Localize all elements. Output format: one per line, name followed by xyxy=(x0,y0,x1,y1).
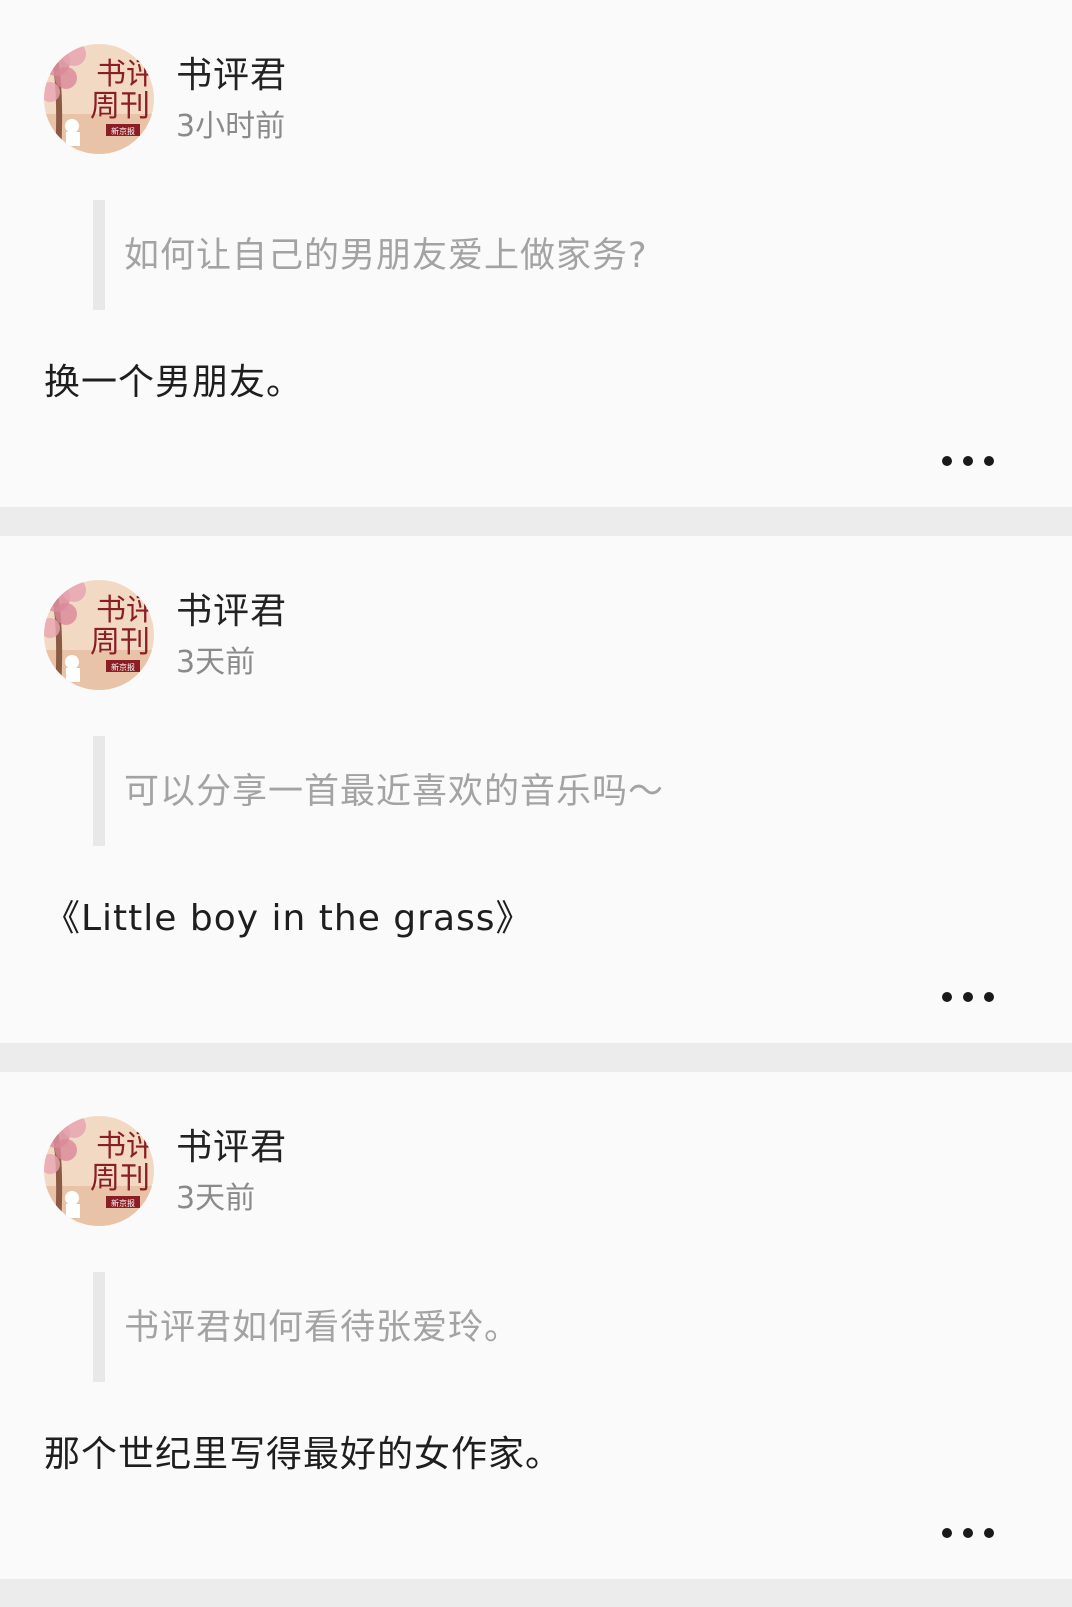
answer-text[interactable]: 换一个男朋友。 xyxy=(44,360,303,406)
answer-text[interactable]: 《Little boy in the grass》 xyxy=(44,896,533,942)
more-options-button[interactable] xyxy=(942,982,994,1012)
post-card[interactable]: 书评 周刊 新京报 书评君 3天前 书评君如何看待张爱玲。 那个世纪里写得最好的… xyxy=(0,1072,1072,1579)
answer-text[interactable]: 那个世纪里写得最好的女作家。 xyxy=(44,1432,562,1478)
author-name[interactable]: 书评君 xyxy=(176,590,287,634)
avatar-title-line-2: 周刊 xyxy=(90,1161,150,1196)
post-timestamp: 3天前 xyxy=(176,1181,256,1216)
answer-feed: 书评 周刊 新京报 书评君 3小时前 如何让自己的男朋友爱上做家务? 换一个男朋… xyxy=(0,0,1072,1607)
avatar-badge-text: 新京报 xyxy=(111,662,135,672)
post-timestamp: 3小时前 xyxy=(176,109,286,144)
quote-bar xyxy=(93,1272,105,1382)
avatar-badge-text: 新京报 xyxy=(111,1198,135,1208)
more-dots-icon xyxy=(942,456,952,466)
avatar-title-line-2: 周刊 xyxy=(90,89,150,124)
avatar-badge-text: 新京报 xyxy=(111,126,135,136)
avatar-reader-figure xyxy=(66,132,80,146)
avatar-title-line-2: 周刊 xyxy=(90,625,150,660)
avatar-image: 书评 周刊 新京报 xyxy=(44,44,154,154)
more-dots-icon xyxy=(984,1528,994,1538)
avatar[interactable]: 书评 周刊 新京报 xyxy=(44,1116,154,1226)
avatar-reader-figure xyxy=(65,119,79,133)
avatar-reader-figure xyxy=(66,1204,80,1218)
avatar-title-line-1: 书评 xyxy=(96,57,154,92)
avatar-blossom xyxy=(55,67,77,89)
more-dots-icon xyxy=(963,456,973,466)
quote-bar xyxy=(93,200,105,310)
more-options-button[interactable] xyxy=(942,446,994,476)
avatar-blossom xyxy=(55,603,77,625)
avatar-image: 书评 周刊 新京报 xyxy=(44,580,154,690)
author-name[interactable]: 书评君 xyxy=(176,54,287,98)
post-timestamp: 3天前 xyxy=(176,645,256,680)
avatar-title-line-1: 书评 xyxy=(96,593,154,628)
avatar-reader-figure xyxy=(66,668,80,682)
author-name[interactable]: 书评君 xyxy=(176,1126,287,1170)
post-card[interactable]: 书评 周刊 新京报 书评君 3小时前 如何让自己的男朋友爱上做家务? 换一个男朋… xyxy=(0,0,1072,507)
avatar-title-line-1: 书评 xyxy=(96,1129,154,1164)
more-options-button[interactable] xyxy=(942,1518,994,1548)
post-card[interactable]: 书评 周刊 新京报 书评君 3天前 可以分享一首最近喜欢的音乐吗～ 《Littl… xyxy=(0,536,1072,1043)
question-text[interactable]: 可以分享一首最近喜欢的音乐吗～ xyxy=(124,770,664,814)
more-dots-icon xyxy=(942,992,952,1002)
avatar-reader-figure xyxy=(65,1191,79,1205)
more-dots-icon xyxy=(942,1528,952,1538)
question-text[interactable]: 书评君如何看待张爱玲。 xyxy=(124,1306,520,1350)
avatar[interactable]: 书评 周刊 新京报 xyxy=(44,580,154,690)
more-dots-icon xyxy=(984,456,994,466)
avatar-reader-figure xyxy=(65,655,79,669)
more-dots-icon xyxy=(963,992,973,1002)
more-dots-icon xyxy=(984,992,994,1002)
avatar[interactable]: 书评 周刊 新京报 xyxy=(44,44,154,154)
avatar-blossom xyxy=(55,1139,77,1161)
more-dots-icon xyxy=(963,1528,973,1538)
quote-bar xyxy=(93,736,105,846)
question-text[interactable]: 如何让自己的男朋友爱上做家务? xyxy=(124,234,648,278)
avatar-image: 书评 周刊 新京报 xyxy=(44,1116,154,1226)
